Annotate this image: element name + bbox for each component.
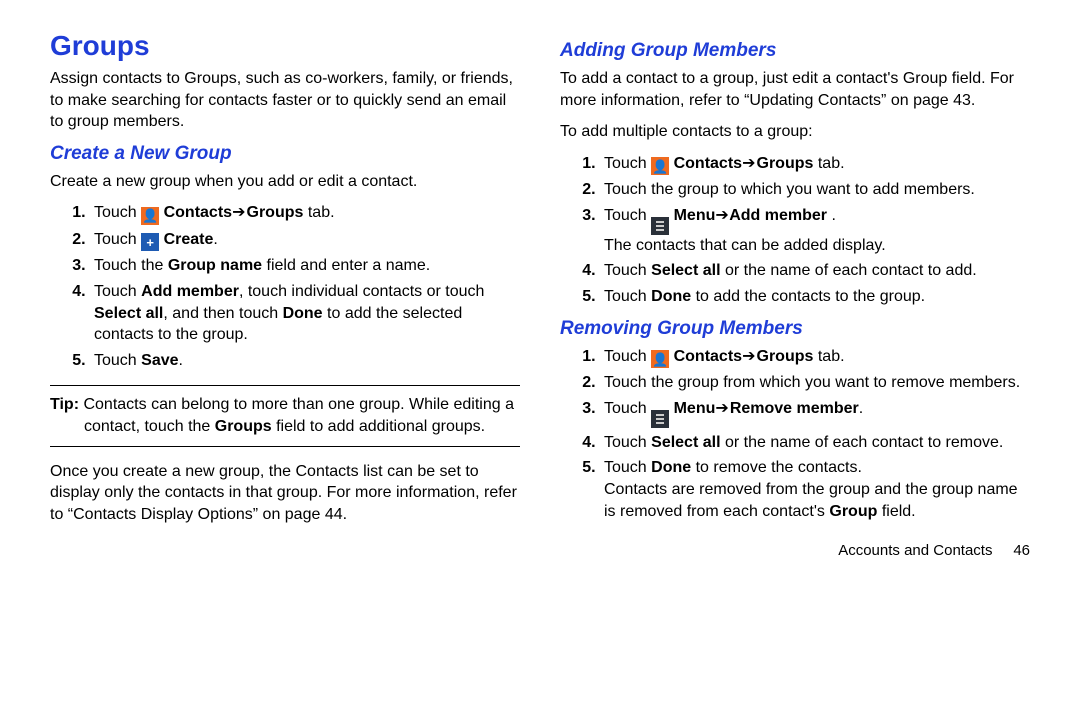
section-removing-members: Removing Group Members — [560, 318, 1030, 340]
create-intro: Create a new group when you add or edit … — [50, 171, 520, 193]
step-create-4: Touch Add member, touch individual conta… — [90, 281, 520, 346]
contacts-icon: 👤 — [651, 350, 669, 368]
step-create-3: Touch the Group name field and enter a n… — [90, 255, 520, 277]
add-multi-intro: To add multiple contacts to a group: — [560, 121, 1030, 143]
step-create-2: Touch + Create. — [90, 229, 520, 252]
step-add-3: Touch Menu ➔ Add member . The contacts t… — [600, 205, 1030, 257]
after-tip-text: Once you create a new group, the Contact… — [50, 461, 520, 526]
step-rem-1: Touch 👤 Contacts ➔ Groups tab. — [600, 346, 1030, 369]
step-rem-4: Touch Select all or the name of each con… — [600, 432, 1030, 454]
menu-icon — [651, 217, 669, 235]
step-rem-2: Touch the group from which you want to r… — [600, 372, 1030, 394]
menu-icon — [651, 410, 669, 428]
step-add-5: Touch Done to add the contacts to the gr… — [600, 286, 1030, 308]
page-footer: Accounts and Contacts 46 — [560, 542, 1030, 559]
plus-icon: + — [141, 233, 159, 251]
step-rem-5: Touch Done to remove the contacts. Conta… — [600, 457, 1030, 522]
page-title: Groups — [50, 30, 520, 62]
intro-text: Assign contacts to Groups, such as co-wo… — [50, 68, 520, 133]
step-add-4: Touch Select all or the name of each con… — [600, 260, 1030, 282]
step-add-2: Touch the group to which you want to add… — [600, 179, 1030, 201]
step-create-1: Touch 👤 Contacts ➔ Groups tab. — [90, 202, 520, 225]
section-adding-members: Adding Group Members — [560, 40, 1030, 62]
tip-box: Tip: Contacts can belong to more than on… — [50, 385, 520, 446]
add-intro: To add a contact to a group, just edit a… — [560, 68, 1030, 111]
contacts-icon: 👤 — [141, 207, 159, 225]
contacts-icon: 👤 — [651, 157, 669, 175]
section-create-new-group: Create a New Group — [50, 143, 520, 165]
step-rem-3: Touch Menu ➔ Remove member. — [600, 398, 1030, 428]
step-create-5: Touch Save. — [90, 350, 520, 372]
step-add-1: Touch 👤 Contacts ➔ Groups tab. — [600, 153, 1030, 176]
